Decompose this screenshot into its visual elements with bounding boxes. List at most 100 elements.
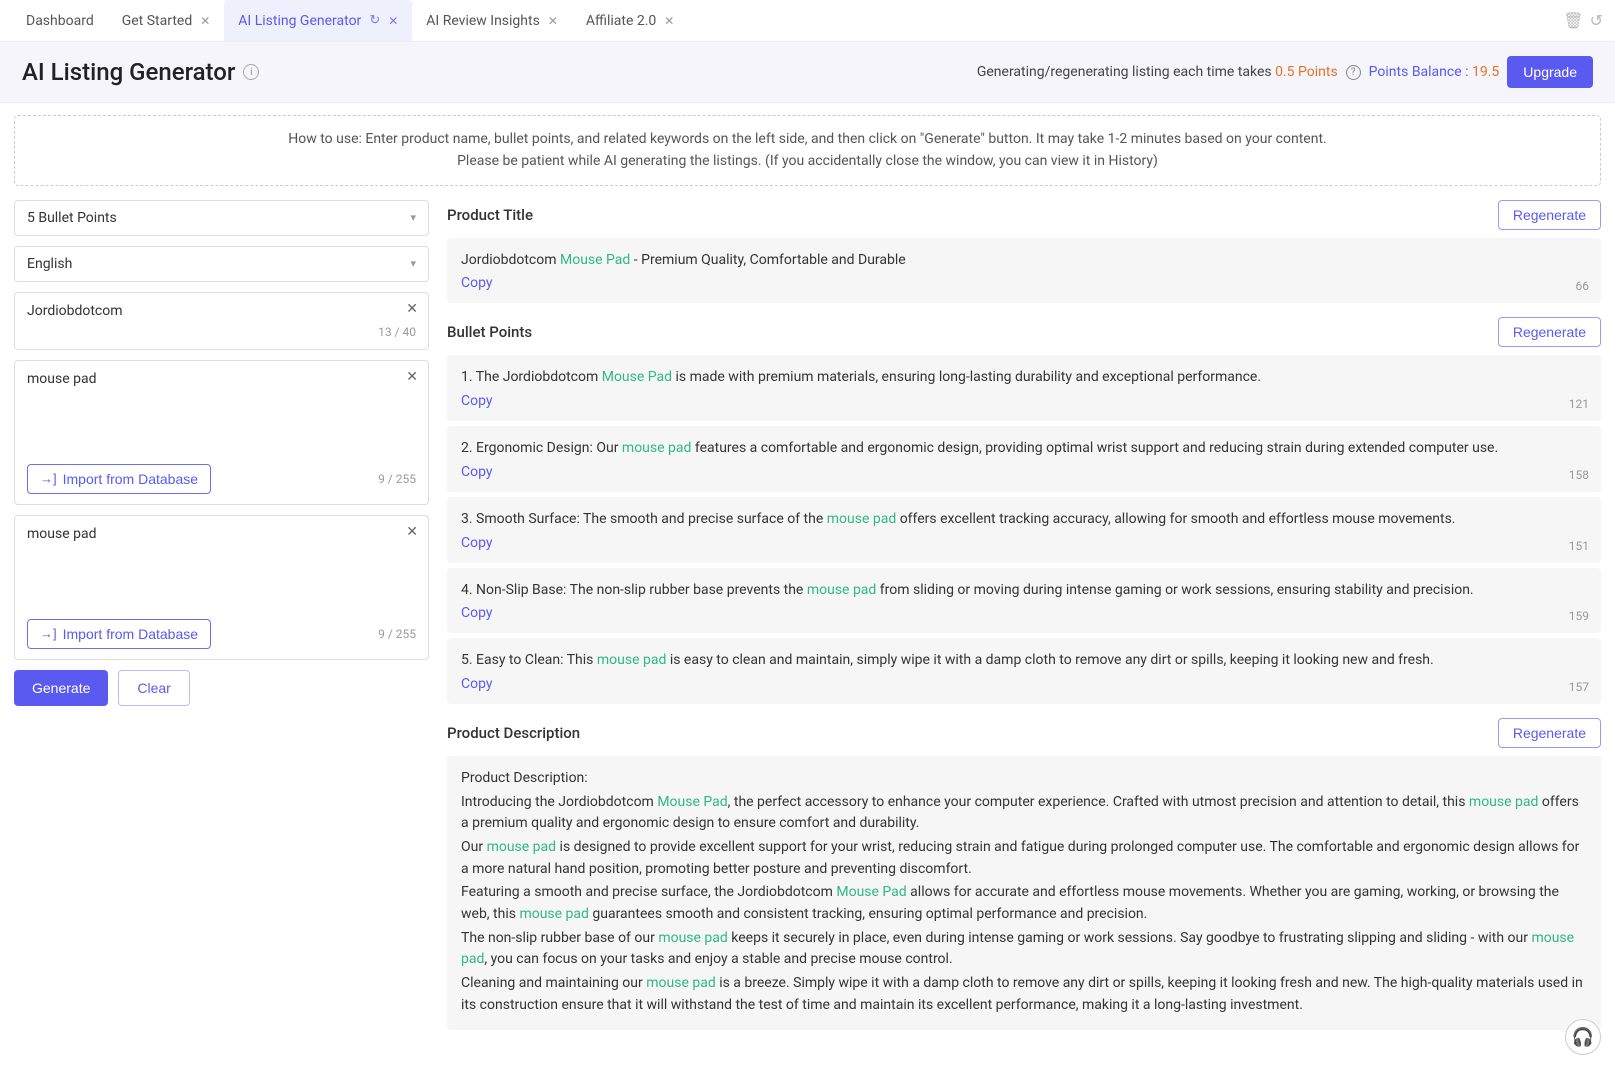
history-icon[interactable]: ↺ <box>1590 11 1603 30</box>
section-heading: Product Description <box>447 724 580 742</box>
select-value: English <box>27 256 72 272</box>
char-count: 121 <box>1569 397 1589 411</box>
char-count: 157 <box>1569 680 1589 694</box>
tab-label: Affiliate 2.0 <box>586 13 656 29</box>
import-database-button[interactable]: →] Import from Database <box>27 619 211 649</box>
chevron-down-icon: ▾ <box>410 257 416 270</box>
header-balance: Generating/regenerating listing each tim… <box>977 56 1593 88</box>
import-icon: →] <box>40 471 57 486</box>
brand-value: Jordiobdotcom <box>27 303 416 319</box>
backend-kw-value: mouse pad <box>27 526 416 542</box>
section-heading: Bullet Points <box>447 323 532 341</box>
bullet-points-header: Bullet Points Regenerate <box>447 317 1601 347</box>
howto-line2: Please be patient while AI generating th… <box>35 150 1580 172</box>
keyword-highlight: Mouse Pad <box>657 794 727 810</box>
clear-icon[interactable]: ✕ <box>406 524 418 540</box>
tab-label: AI Review Insights <box>426 13 540 29</box>
regenerate-description-button[interactable]: Regenerate <box>1498 718 1601 748</box>
balance-cost: 0.5 Points <box>1275 64 1338 80</box>
char-count: 66 <box>1576 279 1590 293</box>
balance-value: 19.5 <box>1472 64 1499 80</box>
regenerate-bullets-button[interactable]: Regenerate <box>1498 317 1601 347</box>
backend-keywords-input[interactable]: ✕ mouse pad →] Import from Database 9 / … <box>14 515 429 660</box>
bullet-kw-value: mouse pad <box>27 371 416 387</box>
close-icon[interactable]: ✕ <box>664 14 674 28</box>
keyword-highlight: mouse pad <box>827 511 896 527</box>
keyword-highlight: mouse pad <box>622 440 691 456</box>
import-database-button[interactable]: →] Import from Database <box>27 464 211 494</box>
tab-ai-review-insights[interactable]: AI Review Insights ✕ <box>412 0 572 41</box>
page-title: AI Listing Generator i <box>22 58 259 86</box>
char-count: 158 <box>1569 468 1589 482</box>
keyword-highlight: mouse pad <box>646 975 715 991</box>
howto-line1: How to use: Enter product name, bullet p… <box>35 128 1580 150</box>
char-count: 151 <box>1569 539 1589 553</box>
product-description-header: Product Description Regenerate <box>447 718 1601 748</box>
bullets-list: 1. The Jordiobdotcom Mouse Pad is made w… <box>447 355 1601 703</box>
tabs-bar: Dashboard Get Started ✕ AI Listing Gener… <box>0 0 1615 42</box>
bullet-item: 5. Easy to Clean: This mouse pad is easy… <box>447 638 1601 704</box>
close-icon[interactable]: ✕ <box>388 14 398 28</box>
title-text: Jordiobdotcom Mouse Pad - Premium Qualit… <box>461 250 1587 272</box>
copy-button[interactable]: Copy <box>461 393 493 409</box>
trash-icon[interactable]: 🗑 <box>1563 11 1583 30</box>
generate-button[interactable]: Generate <box>14 670 108 706</box>
keyword-highlight: Mouse Pad <box>836 884 906 900</box>
balance-label-wrap: Points Balance : 19.5 <box>1369 64 1500 80</box>
copy-button[interactable]: Copy <box>461 275 493 291</box>
tab-affiliate[interactable]: Affiliate 2.0 ✕ <box>572 0 688 41</box>
howto-banner: How to use: Enter product name, bullet p… <box>14 115 1601 186</box>
clear-icon[interactable]: ✕ <box>406 301 418 317</box>
copy-button[interactable]: Copy <box>461 464 493 480</box>
page-title-text: AI Listing Generator <box>22 58 235 86</box>
bullet-keywords-input[interactable]: ✕ mouse pad →] Import from Database 9 / … <box>14 360 429 505</box>
brand-input[interactable]: ✕ Jordiobdotcom 13 / 40 <box>14 292 429 350</box>
bullet-item: 1. The Jordiobdotcom Mouse Pad is made w… <box>447 355 1601 421</box>
tab-label: AI Listing Generator <box>238 13 361 29</box>
copy-button[interactable]: Copy <box>461 605 493 621</box>
import-icon: →] <box>40 626 57 641</box>
bullet-item: 4. Non-Slip Base: The non-slip rubber ba… <box>447 568 1601 634</box>
tab-label: Dashboard <box>26 13 94 29</box>
close-icon[interactable]: ✕ <box>200 14 210 28</box>
char-counter: 13 / 40 <box>27 325 416 339</box>
product-title-header: Product Title Regenerate <box>447 200 1601 230</box>
char-count: 159 <box>1569 609 1589 623</box>
copy-button[interactable]: Copy <box>461 676 493 692</box>
page-header: AI Listing Generator i Generating/regene… <box>0 42 1615 103</box>
char-counter: 9 / 255 <box>378 472 416 486</box>
keyword-highlight: mouse pad <box>807 582 876 598</box>
tab-label: Get Started <box>122 13 193 29</box>
import-label: Import from Database <box>63 471 198 487</box>
keyword-highlight: mouse pad <box>597 652 666 668</box>
regenerate-title-button[interactable]: Regenerate <box>1498 200 1601 230</box>
import-label: Import from Database <box>63 626 198 642</box>
keyword-highlight: mouse pad <box>487 839 556 855</box>
balance-prefix: Generating/regenerating listing each tim… <box>977 64 1275 80</box>
info-icon[interactable]: i <box>243 64 259 80</box>
clear-icon[interactable]: ✕ <box>406 369 418 385</box>
support-icon[interactable]: 🎧 <box>1565 1019 1601 1055</box>
refresh-icon[interactable]: ↻ <box>369 13 380 28</box>
select-value: 5 Bullet Points <box>27 210 117 226</box>
input-panel: 5 Bullet Points ▾ English ▾ ✕ Jordiobdot… <box>14 200 429 1045</box>
section-heading: Product Title <box>447 206 533 224</box>
bullet-item: 2. Ergonomic Design: Our mouse pad featu… <box>447 426 1601 492</box>
language-select[interactable]: English ▾ <box>14 246 429 282</box>
bullet-item: 3. Smooth Surface: The smooth and precis… <box>447 497 1601 563</box>
close-icon[interactable]: ✕ <box>548 14 558 28</box>
tab-ai-listing-generator[interactable]: AI Listing Generator ↻ ✕ <box>224 0 412 41</box>
balance-text: Generating/regenerating listing each tim… <box>977 64 1338 80</box>
copy-button[interactable]: Copy <box>461 535 493 551</box>
tab-get-started[interactable]: Get Started ✕ <box>108 0 225 41</box>
balance-label: Points Balance : <box>1369 64 1472 80</box>
upgrade-button[interactable]: Upgrade <box>1507 56 1593 88</box>
description-text: Product Description: Introducing the Jor… <box>461 768 1587 1017</box>
keyword-highlight: mouse pad <box>658 930 727 946</box>
help-icon[interactable]: ? <box>1346 65 1361 80</box>
bullet-count-select[interactable]: 5 Bullet Points ▾ <box>14 200 429 236</box>
product-title-result: Jordiobdotcom Mouse Pad - Premium Qualit… <box>447 238 1601 304</box>
tab-dashboard[interactable]: Dashboard <box>12 0 108 41</box>
clear-button[interactable]: Clear <box>118 670 189 706</box>
tabs-right-icons: 🗑 ↺ <box>1563 11 1603 30</box>
